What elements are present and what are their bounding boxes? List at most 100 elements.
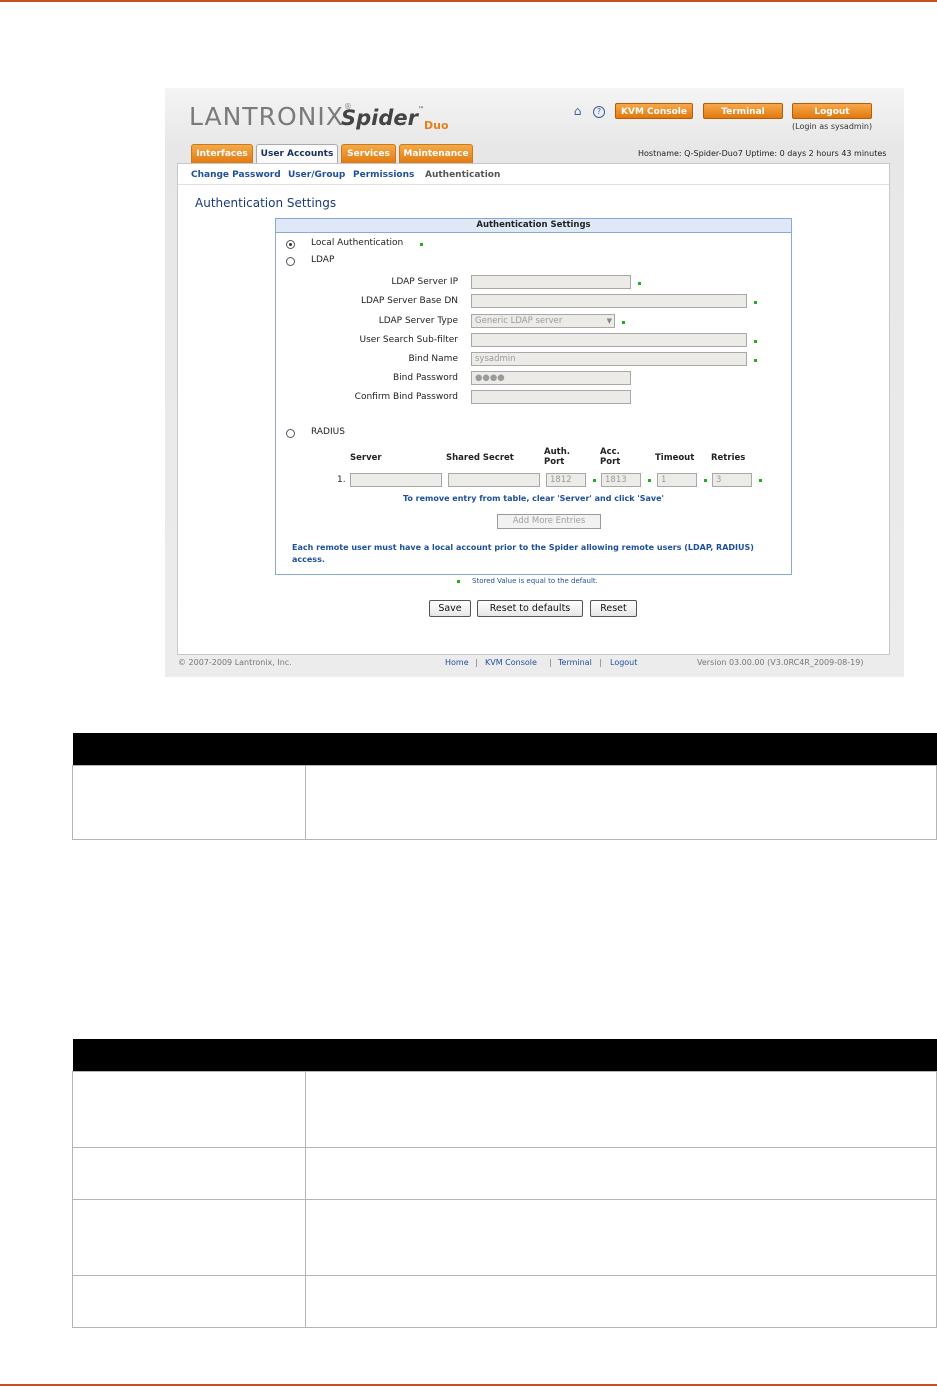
ldap-server-type-select[interactable]: Generic LDAP server ▼ xyxy=(471,314,615,328)
bind-password-input[interactable]: ●●●● xyxy=(471,371,631,385)
footer-separator: | xyxy=(549,658,552,667)
ldap-label: LDAP xyxy=(311,255,335,265)
footer-link-home[interactable]: Home xyxy=(445,658,469,667)
footer-link-logout[interactable]: Logout xyxy=(610,658,637,667)
save-button[interactable]: Save xyxy=(429,600,471,617)
default-marker xyxy=(704,479,707,482)
tab-user-accounts[interactable]: User Accounts xyxy=(256,144,338,163)
help-icon[interactable]: ? xyxy=(593,106,605,118)
bottom-rule xyxy=(0,1384,937,1386)
table-header-cell xyxy=(305,1039,937,1072)
user-search-subfilter-label: User Search Sub-filter xyxy=(359,335,458,345)
bind-name-label: Bind Name xyxy=(408,354,458,364)
radius-shared-secret-input[interactable] xyxy=(448,473,540,487)
home-icon[interactable]: ⌂ xyxy=(571,105,584,118)
ldap-radio[interactable] xyxy=(286,257,295,266)
remove-entry-note: To remove entry from table, clear 'Serve… xyxy=(403,494,664,503)
default-marker xyxy=(754,340,757,343)
settings-description-table-1 xyxy=(72,733,937,840)
bind-password-label: Bind Password xyxy=(393,373,458,383)
table-row xyxy=(72,1199,937,1276)
remote-user-note: Each remote user must have a local accou… xyxy=(292,543,754,564)
table-cell xyxy=(72,1147,306,1200)
default-marker xyxy=(593,479,596,482)
radius-acc-port-input[interactable]: 1813 xyxy=(601,473,641,487)
radius-retries-input[interactable]: 3 xyxy=(712,473,752,487)
radius-radio[interactable] xyxy=(286,429,295,438)
reset-button[interactable]: Reset xyxy=(590,600,637,617)
table-cell xyxy=(305,1275,937,1328)
brand-name: LANTRONIX xyxy=(189,102,344,131)
spider-duo-logo: Spider™Duo xyxy=(341,106,449,132)
footer-link-kvm-console[interactable]: KVM Console xyxy=(485,658,537,667)
logout-button[interactable]: Logout xyxy=(792,103,872,119)
radius-server-input[interactable] xyxy=(350,473,442,487)
top-rule xyxy=(0,0,937,2)
radius-timeout-input[interactable]: 1 xyxy=(657,473,697,487)
box-title: Authentication Settings xyxy=(276,219,791,233)
default-marker xyxy=(754,301,757,304)
chevron-down-icon: ▼ xyxy=(606,317,612,325)
default-marker xyxy=(420,243,423,246)
terminal-button[interactable]: Terminal xyxy=(703,103,783,119)
table-cell xyxy=(72,765,306,840)
table-header-row xyxy=(72,1039,937,1072)
local-auth-label: Local Authentication xyxy=(311,238,404,248)
subnav-authentication[interactable]: Authentication xyxy=(425,170,500,180)
table-row xyxy=(72,1071,937,1148)
footer-link-terminal[interactable]: Terminal xyxy=(558,658,592,667)
subnav-permissions[interactable]: Permissions xyxy=(353,170,414,180)
settings-description-table-2 xyxy=(72,1039,937,1328)
ldap-base-dn-label: LDAP Server Base DN xyxy=(360,296,458,306)
tab-interfaces[interactable]: Interfaces xyxy=(191,144,253,163)
user-search-subfilter-input[interactable] xyxy=(471,333,747,347)
default-marker xyxy=(754,359,757,362)
radius-header-shared-secret: Shared Secret xyxy=(446,453,514,463)
sub-navigation: Change Password User/Group Permissions A… xyxy=(178,164,889,185)
confirm-bind-password-input[interactable] xyxy=(471,390,631,404)
subnav-user-group[interactable]: User/Group xyxy=(288,170,345,180)
footer-separator: | xyxy=(599,658,602,667)
table-cell xyxy=(305,765,937,840)
table-row xyxy=(72,1147,937,1200)
subnav-change-password[interactable]: Change Password xyxy=(191,170,281,180)
copyright-text: © 2007-2009 Lantronix, Inc. xyxy=(178,658,292,667)
bind-name-input[interactable]: sysadmin xyxy=(471,352,747,366)
product-suffix: Duo xyxy=(424,119,449,132)
spider-web-ui-screenshot: LANTRONIX® Spider™Duo ⌂ ? KVM Console Te… xyxy=(165,88,904,677)
lantronix-logo: LANTRONIX® xyxy=(189,102,353,131)
radius-header-acc-port: Acc. Port xyxy=(600,447,621,467)
table-cell xyxy=(305,1071,937,1148)
radius-header-server: Server xyxy=(350,453,382,463)
table-cell xyxy=(72,1199,306,1276)
kvm-console-button[interactable]: KVM Console xyxy=(615,103,693,119)
login-as-text: (Login as sysadmin) xyxy=(792,122,873,131)
ldap-server-type-label: LDAP Server Type xyxy=(378,316,458,326)
local-auth-radio[interactable] xyxy=(286,240,295,249)
ldap-base-dn-input[interactable] xyxy=(471,294,747,308)
radius-auth-port-input[interactable]: 1812 xyxy=(546,473,586,487)
default-marker xyxy=(622,321,625,324)
ldap-server-ip-input[interactable] xyxy=(471,275,631,289)
radius-label: RADIUS xyxy=(311,427,345,437)
tab-services[interactable]: Services xyxy=(341,144,396,163)
default-marker xyxy=(759,479,762,482)
radius-header-timeout: Timeout xyxy=(655,453,695,463)
table-header-cell xyxy=(72,1039,306,1072)
table-cell xyxy=(72,1071,306,1148)
add-more-entries-button[interactable]: Add More Entries xyxy=(497,514,601,529)
default-marker xyxy=(648,479,651,482)
table-cell xyxy=(305,1199,937,1276)
radius-header-auth-port: Auth. Port xyxy=(544,447,570,467)
tab-maintenance[interactable]: Maintenance xyxy=(399,144,473,163)
reset-to-defaults-button[interactable]: Reset to defaults xyxy=(477,600,583,617)
version-text: Version 03.00.00 (V3.0RC4R_2009-08-19) xyxy=(697,658,864,667)
table-row xyxy=(72,1275,937,1328)
content-panel: Change Password User/Group Permissions A… xyxy=(177,163,890,655)
table-header-cell xyxy=(305,733,937,766)
authentication-settings-box: Authentication Settings Local Authentica… xyxy=(275,218,792,575)
host-uptime-info: Hostname: Q-Spider-Duo7 Uptime: 0 days 2… xyxy=(638,149,887,158)
default-marker xyxy=(638,282,641,285)
confirm-bind-password-label: Confirm Bind Password xyxy=(354,392,458,402)
footer-separator: | xyxy=(475,658,478,667)
